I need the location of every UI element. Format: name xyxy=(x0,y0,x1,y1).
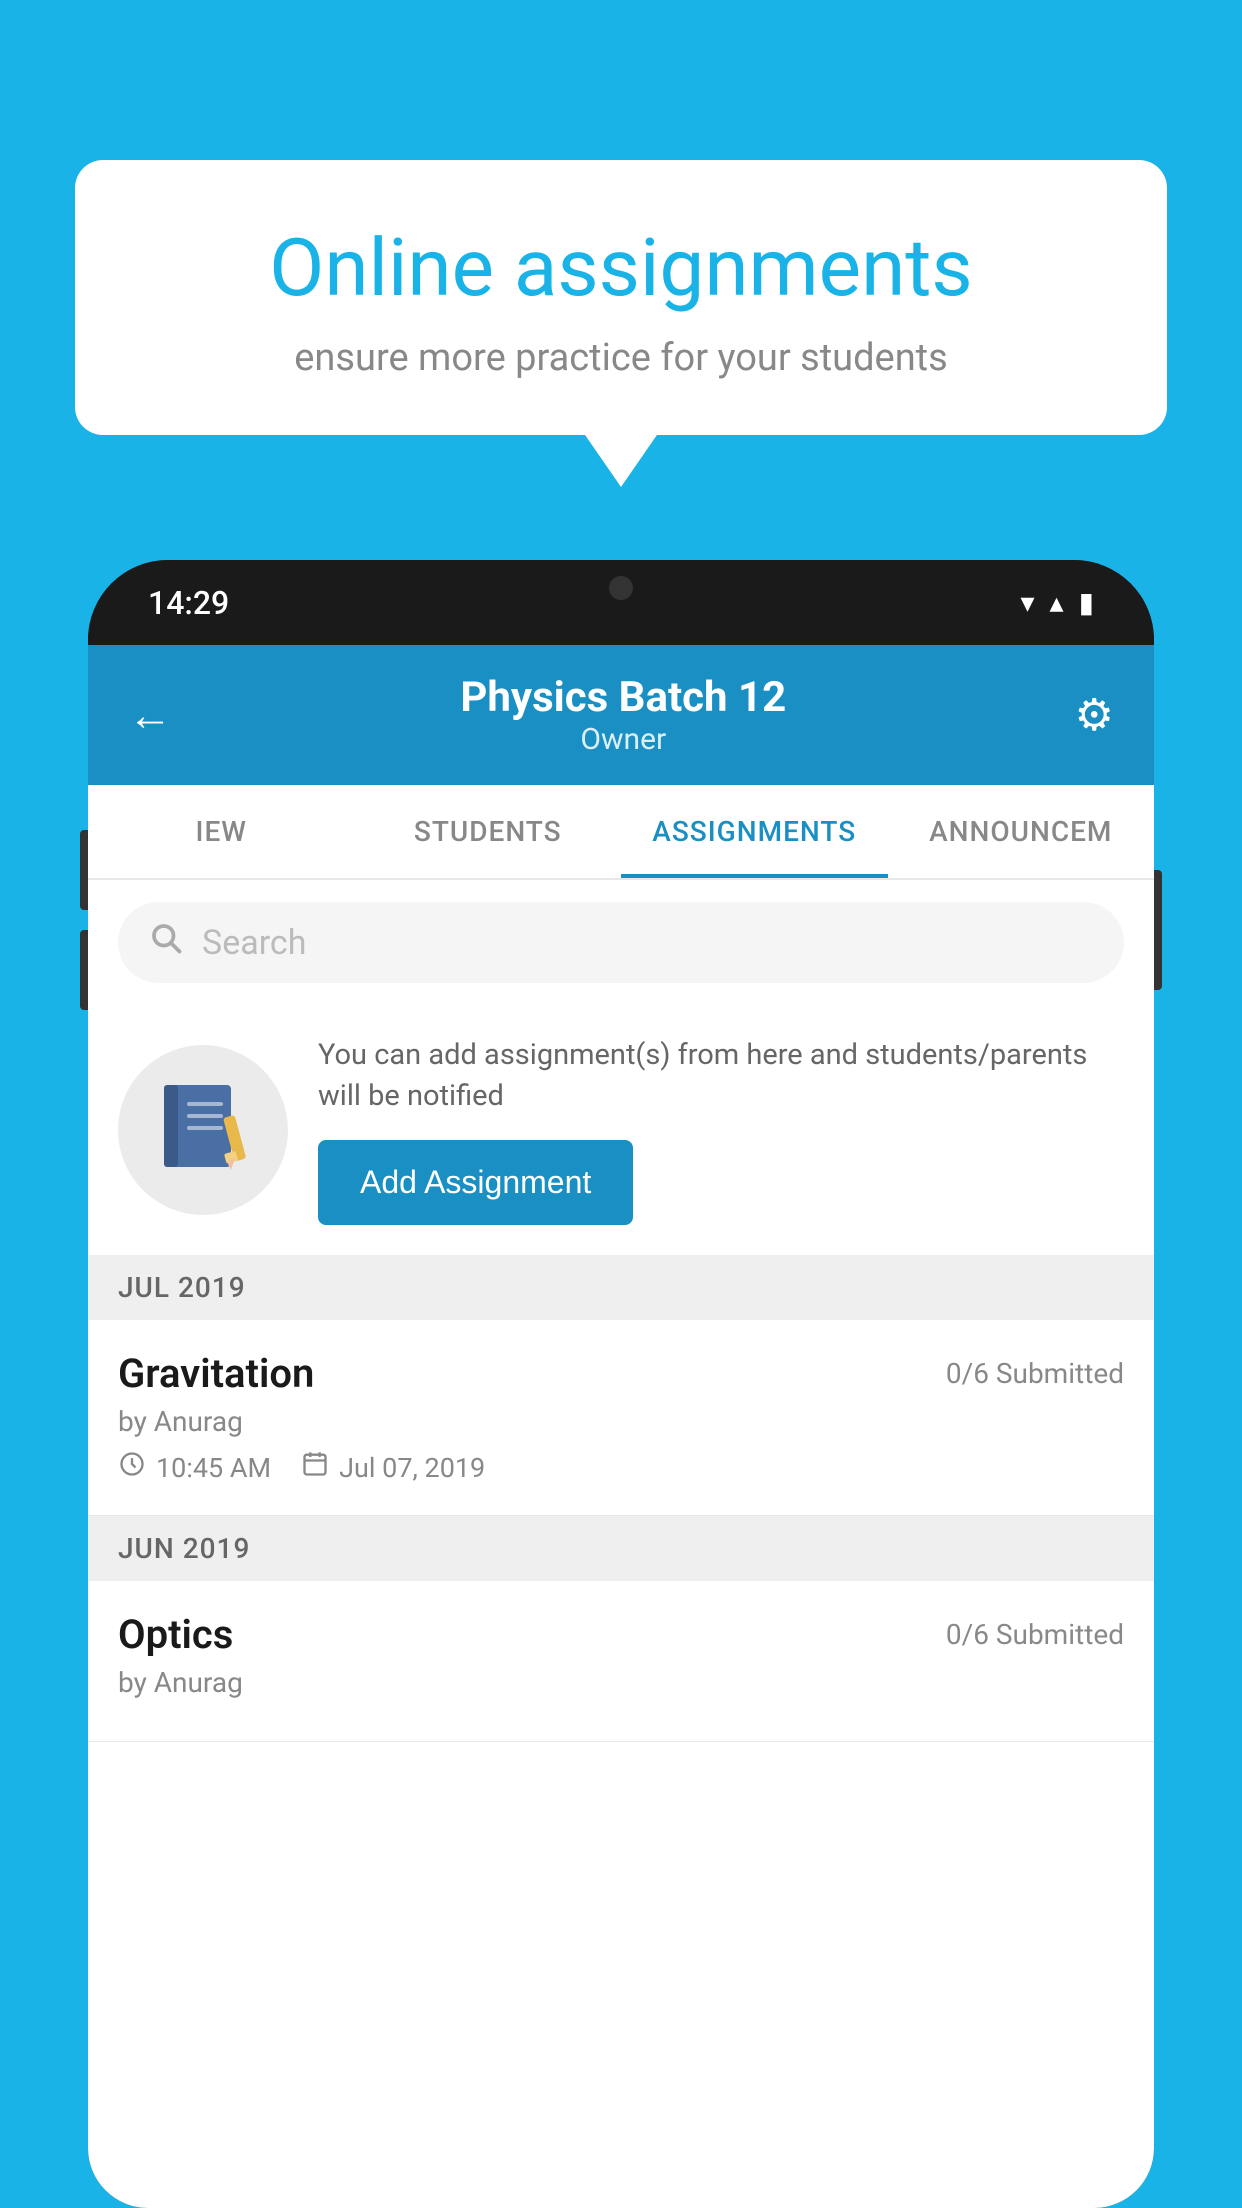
assignment-submitted-gravitation: 0/6 Submitted xyxy=(946,1357,1124,1390)
status-icons: ▾ ▴ ▮ xyxy=(1020,586,1094,619)
back-button[interactable]: ← xyxy=(128,689,172,741)
promo-text-area: You can add assignment(s) from here and … xyxy=(318,1035,1124,1225)
calendar-icon xyxy=(301,1450,329,1485)
promo-section: You can add assignment(s) from here and … xyxy=(88,1005,1154,1255)
tab-iew[interactable]: IEW xyxy=(88,785,355,878)
tabs-bar: IEW STUDENTS ASSIGNMENTS ANNOUNCEM xyxy=(88,785,1154,880)
app-header: ← Physics Batch 12 Owner ⚙ xyxy=(88,645,1154,785)
front-camera xyxy=(609,576,633,600)
search-bar: Search xyxy=(88,880,1154,1005)
assignment-date-gravitation: Jul 07, 2019 xyxy=(339,1452,485,1484)
clock-icon xyxy=(118,1450,146,1485)
assignment-submitted-optics: 0/6 Submitted xyxy=(946,1618,1124,1651)
tab-students[interactable]: STUDENTS xyxy=(355,785,622,878)
assignment-author-gravitation: by Anurag xyxy=(118,1405,1124,1438)
assignment-name-optics: Optics xyxy=(118,1611,233,1658)
tab-assignments[interactable]: ASSIGNMENTS xyxy=(621,785,888,878)
phone-frame: 14:29 ▾ ▴ ▮ ← Physics Batch 12 Owner ⚙ I… xyxy=(88,560,1154,2208)
wifi-icon: ▾ xyxy=(1020,586,1034,619)
phone-notch xyxy=(531,560,711,615)
signal-icon: ▴ xyxy=(1050,586,1064,619)
assignment-optics[interactable]: Optics 0/6 Submitted by Anurag xyxy=(88,1581,1154,1742)
bubble-subtitle: ensure more practice for your students xyxy=(145,336,1097,380)
bubble-title: Online assignments xyxy=(145,220,1097,316)
status-bar: 14:29 ▾ ▴ ▮ xyxy=(88,560,1154,645)
owner-label: Owner xyxy=(460,722,786,757)
section-header-jun: JUN 2019 xyxy=(88,1516,1154,1581)
assignment-name-gravitation: Gravitation xyxy=(118,1350,314,1397)
battery-icon: ▮ xyxy=(1079,586,1094,619)
add-assignment-button[interactable]: Add Assignment xyxy=(318,1140,633,1225)
assignment-icon-circle xyxy=(118,1045,288,1215)
batch-title: Physics Batch 12 xyxy=(460,673,786,722)
assignment-time-gravitation: 10:45 AM xyxy=(156,1452,271,1484)
search-icon xyxy=(148,920,184,965)
search-input-wrap[interactable]: Search xyxy=(118,902,1124,983)
assignment-author-optics: by Anurag xyxy=(118,1666,1124,1699)
section-header-jul: JUL 2019 xyxy=(88,1255,1154,1320)
header-center: Physics Batch 12 Owner xyxy=(460,673,786,757)
tab-announcements[interactable]: ANNOUNCEM xyxy=(888,785,1155,878)
assignment-meta-gravitation: 10:45 AM Jul 07, 2019 xyxy=(118,1450,1124,1485)
assignment-gravitation[interactable]: Gravitation 0/6 Submitted by Anurag 10:4… xyxy=(88,1320,1154,1516)
search-placeholder: Search xyxy=(202,923,306,963)
speech-bubble-card: Online assignments ensure more practice … xyxy=(75,160,1167,435)
phone-screen: ← Physics Batch 12 Owner ⚙ IEW STUDENTS … xyxy=(88,645,1154,2208)
settings-icon[interactable]: ⚙ xyxy=(1075,689,1114,741)
promo-description: You can add assignment(s) from here and … xyxy=(318,1035,1124,1116)
phone-time: 14:29 xyxy=(148,584,229,622)
